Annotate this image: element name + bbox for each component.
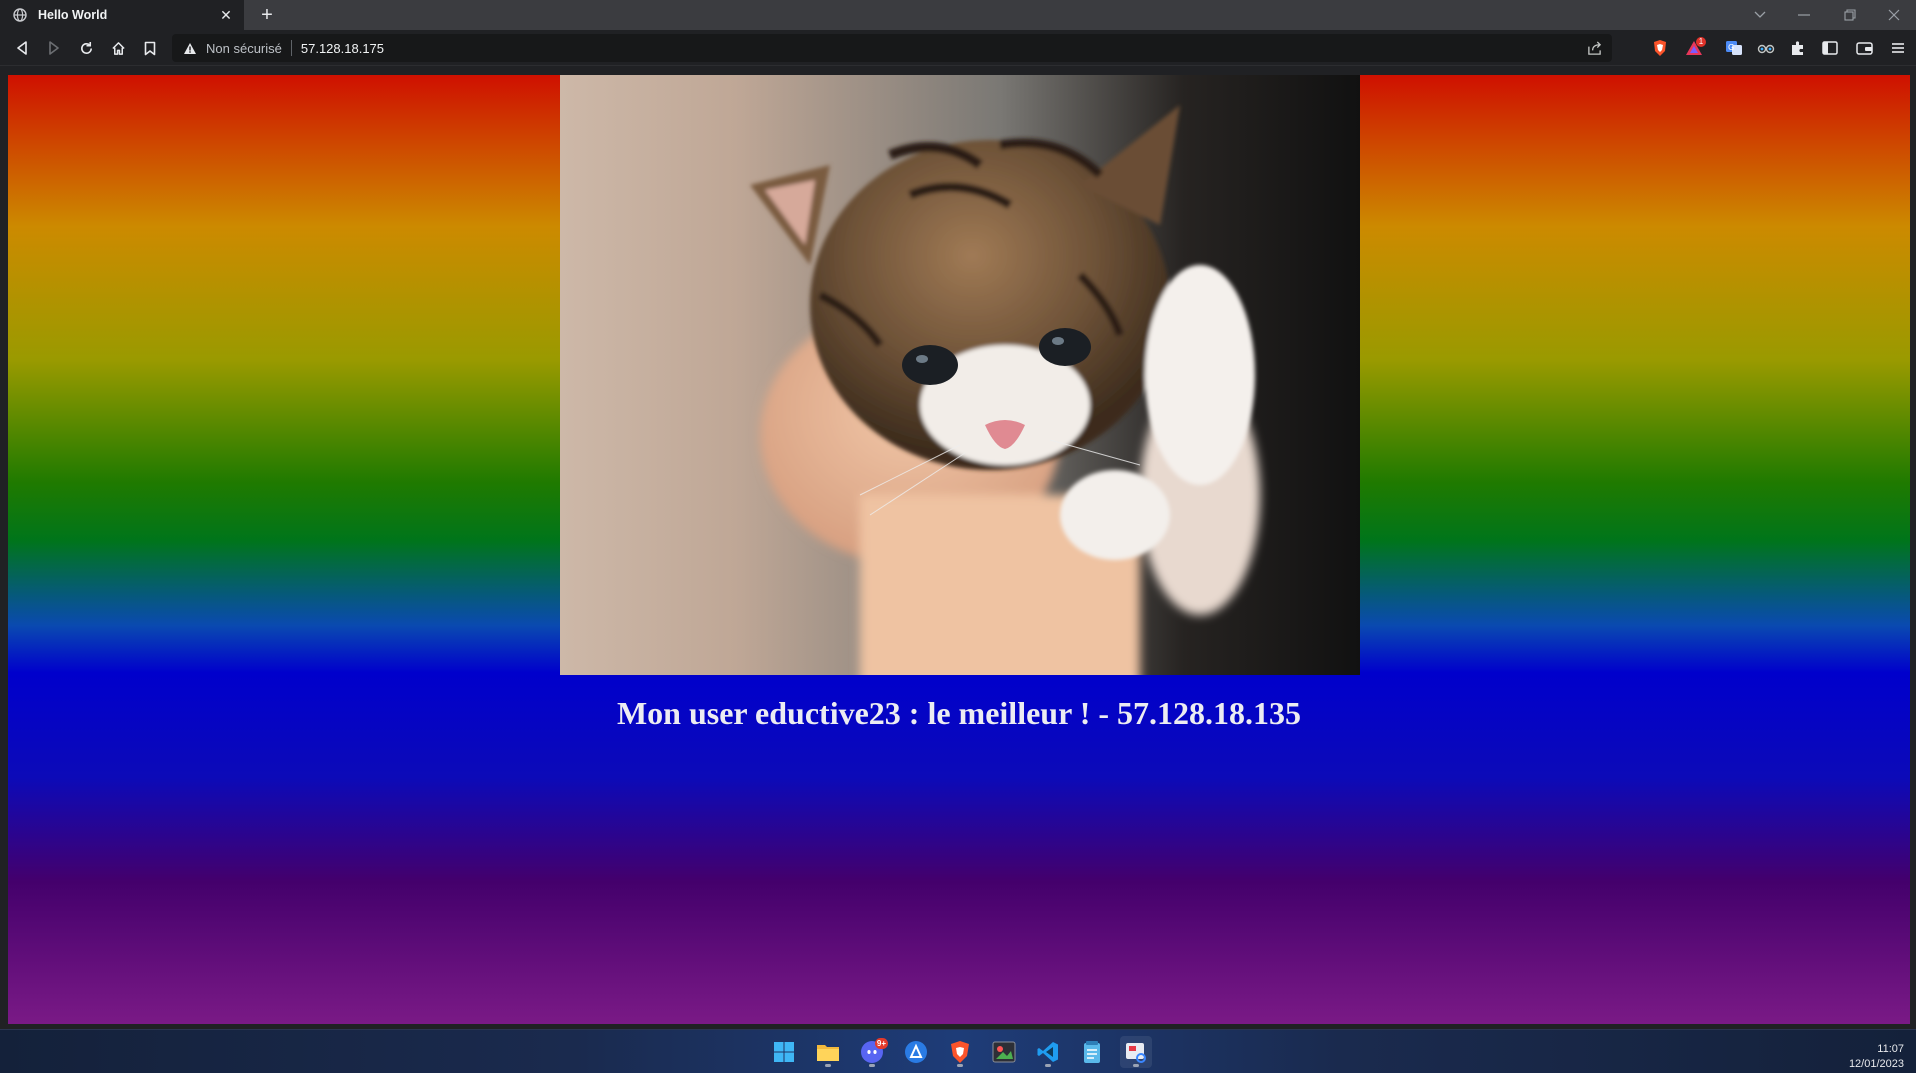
close-window-icon[interactable]: [1872, 0, 1916, 30]
bookmark-button[interactable]: [138, 36, 162, 60]
extensions-puzzle-icon[interactable]: [1786, 36, 1810, 60]
reload-button[interactable]: [74, 36, 98, 60]
warning-icon[interactable]: [182, 40, 198, 56]
running-indicator: [1133, 1064, 1139, 1067]
sidebar-icon[interactable]: [1818, 36, 1842, 60]
back-arrow-icon: [17, 41, 27, 55]
vscode-icon[interactable]: [1032, 1036, 1064, 1068]
windows-taskbar: 9+ 11:07 12/01/2023: [0, 1029, 1916, 1073]
tab-title: Hello World: [38, 8, 108, 22]
discord-icon[interactable]: 9+: [856, 1036, 888, 1068]
home-button[interactable]: [106, 36, 130, 60]
discord-badge: 9+: [874, 1038, 888, 1049]
system-clock[interactable]: 11:07 12/01/2023: [1849, 1042, 1904, 1072]
running-indicator: [1045, 1064, 1051, 1067]
forward-arrow-icon: [49, 41, 59, 55]
clock-date: 12/01/2023: [1848, 1058, 1904, 1070]
wallet-icon[interactable]: [1852, 36, 1876, 60]
security-label[interactable]: Non sécurisé: [206, 41, 282, 56]
brave-shields-icon[interactable]: [1648, 36, 1672, 60]
brave-browser-icon[interactable]: [944, 1036, 976, 1068]
page-caption: Mon user eductive23 : le meilleur ! - 57…: [616, 695, 1302, 731]
file-explorer-icon[interactable]: [812, 1036, 844, 1068]
url-text[interactable]: 57.128.18.175: [301, 41, 384, 56]
browser-tab[interactable]: Hello World ✕: [0, 0, 244, 30]
reload-icon: [80, 41, 92, 54]
kitten-image: [560, 75, 1360, 675]
tab-close-icon[interactable]: ✕: [216, 5, 236, 25]
windows-start-icon[interactable]: [768, 1036, 800, 1068]
translate-icon[interactable]: G: [1722, 36, 1746, 60]
minimize-icon[interactable]: [1782, 0, 1826, 30]
running-indicator: [957, 1064, 963, 1067]
address-divider: [290, 40, 292, 56]
paint-icon[interactable]: [988, 1036, 1020, 1068]
svg-text:G: G: [1728, 43, 1734, 52]
share-icon[interactable]: [1584, 38, 1604, 58]
page-content: Mon user eductive23 : le meilleur ! - 57…: [8, 75, 1910, 1024]
globe-icon: [11, 6, 29, 24]
browser-toolbar: Non sécurisé 57.128.18.175 1 G: [0, 30, 1916, 66]
back-button[interactable]: [10, 36, 34, 60]
brave-rewards-icon[interactable]: 1: [1682, 36, 1706, 60]
forward-button[interactable]: [42, 36, 66, 60]
address-bar[interactable]: Non sécurisé 57.128.18.175: [172, 34, 1612, 62]
bookmark-icon: [144, 41, 156, 55]
menu-icon[interactable]: [1886, 36, 1910, 60]
notepad-icon[interactable]: [1076, 1036, 1108, 1068]
new-tab-button[interactable]: +: [256, 4, 278, 26]
tab-strip: Hello World ✕ +: [0, 0, 1916, 30]
home-icon: [111, 41, 125, 55]
plus-icon: +: [261, 4, 273, 26]
running-indicator: [869, 1064, 875, 1067]
running-indicator: [825, 1064, 831, 1067]
tab-search-icon[interactable]: [1738, 0, 1782, 30]
reader-glasses-icon[interactable]: [1754, 36, 1778, 60]
rewards-badge: 1: [1696, 37, 1706, 47]
clock-time: 11:07: [1877, 1043, 1904, 1055]
snipping-tool-icon[interactable]: [1120, 1036, 1152, 1068]
restore-icon[interactable]: [1828, 0, 1872, 30]
copilot-icon[interactable]: [900, 1036, 932, 1068]
